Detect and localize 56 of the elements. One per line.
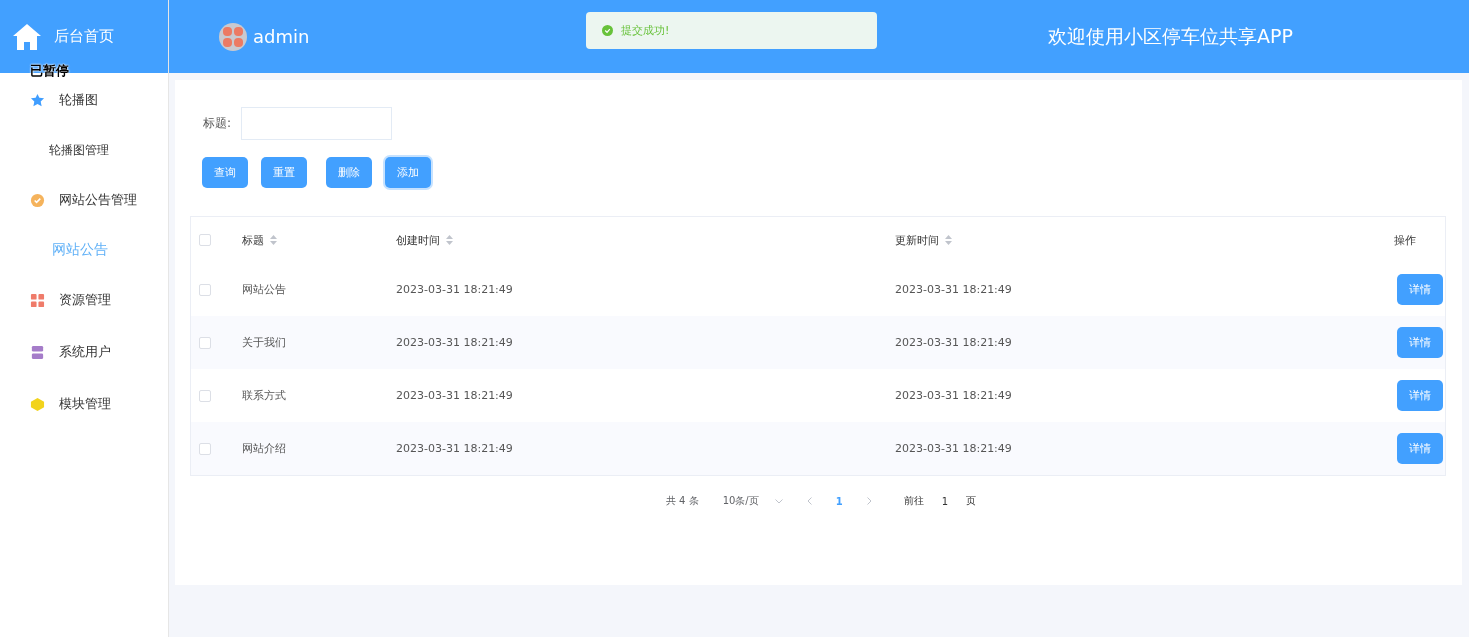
row-checkbox[interactable]: [199, 389, 211, 402]
row-checkbox[interactable]: [199, 442, 211, 455]
column-header: 操作: [1393, 232, 1417, 248]
goto-label: 前往: [903, 494, 924, 508]
table-cell-text: 网站介绍: [241, 441, 287, 456]
row-checkbox[interactable]: [199, 336, 211, 349]
column-header: 创建时间: [383, 232, 882, 248]
table-cell-text: 2023-03-31 18:21:49: [894, 442, 1013, 455]
table-cell-text: 2023-03-31 18:21:49: [395, 442, 514, 455]
menu-item[interactable]: 资源管理: [0, 274, 168, 326]
table-cell-text: 网站公告: [241, 282, 287, 297]
home-icon[interactable]: [12, 22, 42, 51]
table-cell-text: 2023-03-31 18:21:49: [395, 389, 514, 402]
page-title: 欢迎使用小区停车位共享APP: [1048, 23, 1293, 49]
menu-item[interactable]: 系统用户: [0, 326, 168, 378]
submenu-item[interactable]: 网站公告: [0, 226, 168, 274]
row-checkbox[interactable]: [199, 283, 211, 296]
check-icon: [602, 25, 613, 36]
table-cell-text: 2023-03-31 18:21:49: [894, 283, 1013, 296]
action-button[interactable]: 重置: [261, 157, 307, 188]
avatar-icon[interactable]: [219, 22, 247, 51]
column-header: 标题: [229, 232, 383, 248]
sort-icon[interactable]: [945, 235, 952, 245]
detail-button[interactable]: 详情: [1397, 380, 1443, 411]
submenu-item[interactable]: 轮播图管理: [0, 126, 168, 174]
table-cell-text: 2023-03-31 18:21:49: [395, 283, 514, 296]
detail-button[interactable]: 详情: [1397, 274, 1443, 305]
prev-icon[interactable]: [806, 497, 812, 505]
menu-item[interactable]: 模块管理: [0, 378, 168, 430]
caret-icon: [774, 498, 783, 504]
table-cell-text: 关于我们: [241, 335, 287, 350]
menu-item[interactable]: 网站公告管理: [0, 174, 168, 226]
select-all-checkbox[interactable]: [199, 234, 211, 246]
toast-message: 提交成功!: [586, 12, 877, 49]
detail-button[interactable]: 详情: [1397, 433, 1443, 464]
home-link[interactable]: 后台首页: [54, 27, 114, 46]
next-icon[interactable]: [866, 497, 872, 505]
goto-input[interactable]: 1: [941, 495, 949, 507]
table-cell-text: 2023-03-31 18:21:49: [395, 336, 514, 349]
sort-icon[interactable]: [270, 235, 277, 245]
title-input[interactable]: [241, 107, 393, 140]
action-button[interactable]: 查询: [202, 157, 248, 188]
page-number[interactable]: 1: [835, 495, 843, 507]
total-count: 共 4 条: [665, 494, 699, 508]
table-cell-text: 2023-03-31 18:21:49: [894, 389, 1013, 402]
page-size-select[interactable]: 10条/页: [722, 494, 783, 508]
sort-icon[interactable]: [446, 235, 453, 245]
action-button[interactable]: 删除: [326, 157, 372, 188]
field-label: 标题:: [203, 115, 232, 132]
table-cell-text: 2023-03-31 18:21:49: [894, 336, 1013, 349]
action-button[interactable]: 添加: [385, 157, 431, 188]
column-header: 更新时间: [882, 232, 1381, 248]
page-suffix: 页: [966, 494, 977, 508]
user-name[interactable]: admin: [253, 26, 310, 47]
detail-button[interactable]: 详情: [1397, 327, 1443, 358]
table-cell-text: 联系方式: [241, 388, 287, 403]
